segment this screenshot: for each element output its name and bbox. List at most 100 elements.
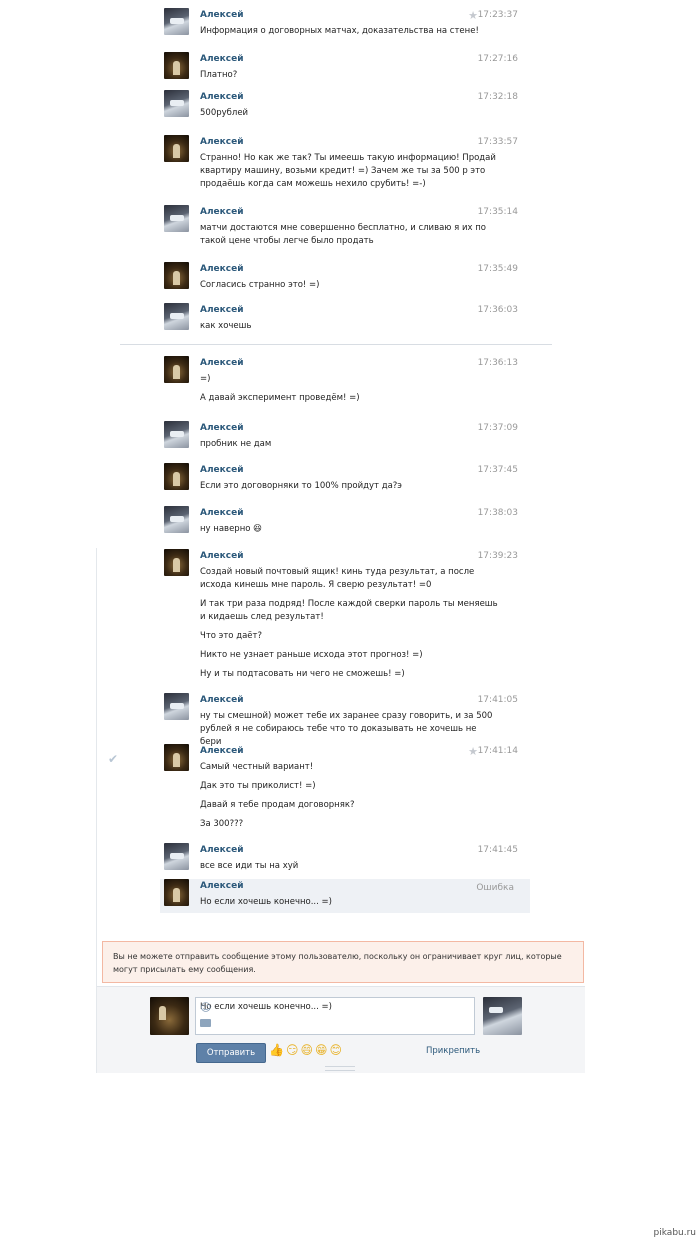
message-text: Создай новый почтовый ящик! кинь туда ре… [200,566,500,687]
message[interactable]: Алексей 17:33:57 Странно! Но как же так? Т… [160,135,530,197]
message[interactable]: Алексей 17:37:09 пробник не дам [160,421,530,457]
peer-avatar[interactable] [483,997,522,1035]
message-time: 17:41:05 [477,695,518,705]
message-line: Но если хочешь конечно... =) [200,897,332,907]
avatar[interactable] [164,843,189,870]
message-line: Никто не узнает раньше исхода этот прогн… [200,650,423,660]
message[interactable]: Алексей ★ 17:41:14 Самый честный вариант! Да… [160,744,530,840]
site-watermark: pikabu.ru [653,1228,696,1238]
avatar[interactable] [164,262,189,289]
message[interactable]: Алексей 17:37:45 Если это договорняки то 1… [160,463,530,499]
my-avatar[interactable] [150,997,189,1035]
attach-link[interactable]: Прикрепить [426,1046,480,1056]
message-line: ну наверно 😆 [200,524,263,534]
author-name[interactable]: Алексей [200,137,244,147]
message[interactable]: Алексей 17:41:45 все все иди ты на хуй [160,843,530,875]
message-line: 500рублей [200,108,249,118]
avatar[interactable] [164,693,189,720]
message[interactable]: Алексей 17:36:13 =) А давай эксперимент про… [160,356,530,416]
emoji-shortcuts[interactable]: 👍😏😄😁😊 [269,1043,344,1057]
message[interactable]: Алексей ★ 17:23:37 Информация о договорных … [160,8,530,44]
avatar[interactable] [164,135,189,162]
smile-icon[interactable]: ☺ [200,1001,470,1014]
avatar[interactable] [164,303,189,330]
author-name[interactable]: Алексей [200,305,244,315]
resize-grip[interactable] [325,1066,355,1071]
message-text: Самый честный вариант! Дак это ты приколи… [200,761,500,837]
star-icon[interactable]: ★ [468,9,478,22]
avatar[interactable] [164,8,189,35]
author-name[interactable]: Алексей [200,845,244,855]
message-time: 17:41:45 [477,845,518,855]
send-button[interactable]: Отправить [196,1043,266,1063]
error-status: Ошибка [476,883,514,893]
message-time: 17:39:23 [477,551,518,561]
message[interactable]: Алексей 17:27:16 Платно? [160,52,530,88]
avatar[interactable] [164,549,189,576]
message[interactable]: Алексей 17:35:49 Согласись странно это! =) [160,262,530,298]
message-time: 17:38:03 [477,508,518,518]
message-input[interactable]: Но если хочешь конечно... =) ☺ [195,997,475,1035]
author-name[interactable]: Алексей [200,881,244,891]
message-line: Самый честный вариант! [200,762,314,772]
camera-icon[interactable] [200,1019,211,1027]
message-time: 17:27:16 [477,54,518,64]
privacy-warning: Вы не можете отправить сообщение этому п… [102,941,584,983]
author-name[interactable]: Алексей [200,207,244,217]
message-line: Создай новый почтовый ящик! кинь туда ре… [200,567,475,590]
message[interactable]: Алексей 17:35:14 матчи достаются мне совер… [160,205,530,255]
author-name[interactable]: Алексей [200,695,244,705]
warning-text: Вы не можете отправить сообщение этому п… [113,952,562,974]
avatar[interactable] [164,205,189,232]
message-time: 17:37:45 [477,465,518,475]
message-text: Странно! Но как же так? Ты имеешь такую … [200,152,500,197]
message-time: 17:37:09 [477,423,518,433]
message-text: Информация о договорных матчах, доказате… [200,25,500,44]
message[interactable]: Алексей Ошибка Но если хочешь конечно... =… [160,879,530,913]
avatar[interactable] [164,52,189,79]
message-text: как хочешь [200,320,500,339]
message[interactable]: Алексей 17:39:23 Создай новый почтовый ящи… [160,549,530,689]
avatar[interactable] [164,879,189,906]
author-name[interactable]: Алексей [200,92,244,102]
author-name[interactable]: Алексей [200,746,244,756]
avatar[interactable] [164,90,189,117]
checkmark-icon[interactable]: ✔ [108,752,118,766]
message-text: Платно? [200,69,500,88]
avatar[interactable] [164,421,189,448]
message-line: Дак это ты приколист! =) [200,781,316,791]
message-time: 17:32:18 [477,92,518,102]
author-name[interactable]: Алексей [200,423,244,433]
author-name[interactable]: Алексей [200,264,244,274]
author-name[interactable]: Алексей [200,465,244,475]
message-line: пробник не дам [200,439,272,449]
star-icon[interactable]: ★ [468,745,478,758]
message[interactable]: Алексей 17:38:03 ну наверно 😆 [160,506,530,542]
avatar[interactable] [164,744,189,771]
message-line: И так три раза подряд! После каждой свер… [200,599,498,622]
avatar[interactable] [164,506,189,533]
message-line: матчи достаются мне совершенно бесплатно… [200,223,486,246]
message[interactable]: Алексей 17:32:18 500рублей [160,90,530,130]
author-name[interactable]: Алексей [200,54,244,64]
message-text: Но если хочешь конечно... =) [200,896,500,915]
message-text: Согласись странно это! =) [200,279,500,298]
author-name[interactable]: Алексей [200,10,244,20]
message-text: матчи достаются мне совершенно бесплатно… [200,222,500,254]
message[interactable]: Алексей 17:36:03 как хочешь [160,303,530,339]
avatar[interactable] [164,463,189,490]
avatar[interactable] [164,356,189,383]
message-line: как хочешь [200,321,252,331]
message[interactable]: Алексей 17:41:05 ну ты смешной) может тебе… [160,693,530,747]
message-time: 17:35:14 [477,207,518,217]
author-name[interactable]: Алексей [200,508,244,518]
message-line: Информация о договорных матчах, доказате… [200,26,479,36]
date-divider [120,344,552,345]
message-time: 17:36:13 [477,358,518,368]
author-name[interactable]: Алексей [200,551,244,561]
message-line: Давай я тебе продам договорняк? [200,800,355,810]
message-line: Если это договорняки то 100% пройдут да?… [200,481,402,491]
author-name[interactable]: Алексей [200,358,244,368]
message-line: Платно? [200,70,238,80]
message-line: Согласись странно это! =) [200,280,320,290]
